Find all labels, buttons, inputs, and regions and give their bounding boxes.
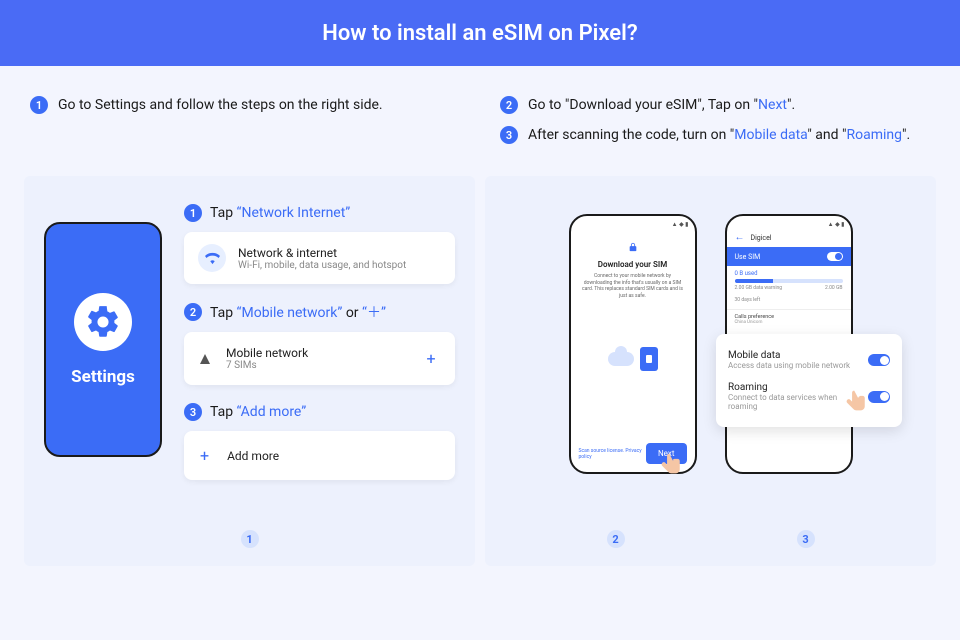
intro-right: 2 Go to "Download your eSIM", Tap on "Ne… [500,96,930,156]
text-fragment: ". [787,97,795,113]
left-panel: Settings 1 Tap “Network Internet” [24,176,475,566]
carrier-header: ← Digicel [727,228,851,247]
mobile-data-roaming-card: Mobile data Access data using mobile net… [716,334,902,427]
text-fragment: Tap [210,305,237,321]
mobile-data-row[interactable]: Mobile data Access data using mobile net… [728,344,890,376]
panel-number-badge: 3 [797,530,815,548]
text-fragment: Tap [210,404,237,420]
row-title: Mobile data [728,350,850,361]
pointing-hand-icon [842,386,870,418]
add-sim-plus-button[interactable]: + [421,349,441,369]
sim-illustration [598,339,668,379]
step-number-badge: 3 [500,126,518,144]
cloud-icon [608,352,634,366]
use-sim-label: Use SIM [735,253,761,261]
add-more-card[interactable]: + Add more [184,431,455,480]
carrier-name: Digicel [751,234,772,242]
network-internet-card[interactable]: Network & internet Wi-Fi, mobile, data u… [184,232,455,284]
intro-step-2: 2 Go to "Download your eSIM", Tap on "Ne… [500,96,930,114]
wifi-icon [205,251,220,266]
status-bar: ▲ ◆ ▮ [571,216,695,228]
roaming-toggle[interactable] [868,391,890,403]
data-days-left: 30 days left [735,297,761,303]
signal-icon [198,353,212,365]
mobile-data-link[interactable]: Mobile data [734,127,807,143]
wifi-icon-circle [198,244,226,272]
next-link[interactable]: Next [758,97,787,113]
use-sim-toggle[interactable] [827,252,843,261]
panel-number-badge: 1 [241,530,259,548]
settings-label: Settings [71,367,135,387]
sim-card-icon [640,347,658,371]
step-number-badge: 2 [500,96,518,114]
page-header: How to install an eSIM on Pixel? [0,0,960,66]
data-used-label: 0 B used [727,266,851,277]
step-number-badge: 1 [184,204,202,222]
substep-2-text: Tap “Mobile network” or “＋” [210,302,386,322]
intro-step-1: 1 Go to Settings and follow the steps on… [30,96,460,114]
text-fragment: " and " [807,127,846,143]
download-sim-desc: Connect to your mobile network by downlo… [581,273,685,299]
card-subtitle: 7 SIMs [226,360,308,371]
text-fragment: or [342,305,362,321]
row-subtitle: China Unicom [735,320,843,325]
settings-phone-mock: Settings [44,222,162,457]
substep-1: 1 Tap “Network Internet” Network & inter… [184,204,455,284]
mobile-data-toggle[interactable] [868,354,890,366]
back-arrow-icon[interactable]: ← [735,232,745,243]
substep-3-text: Tap “Add more” [210,404,306,420]
card-subtitle: Wi-Fi, mobile, data usage, and hotspot [238,260,406,271]
intro-step-2-text: Go to "Download your eSIM", Tap on "Next… [528,97,795,113]
download-sim-footer-text: Scan source license. Privacy policy [579,448,646,460]
download-sim-phone-mock: ▲ ◆ ▮ Download your SIM Connect to your … [569,214,697,474]
pointing-hand-icon [657,449,685,481]
substep-1-text: Tap “Network Internet” [210,205,350,221]
intro-step-3: 3 After scanning the code, turn on "Mobi… [500,126,930,144]
panels-row: Settings 1 Tap “Network Internet” [0,176,960,566]
data-limit-text: 2.00 GB [825,285,843,291]
lock-icon [628,242,638,252]
add-more-link[interactable]: “Add more” [237,404,307,420]
steps-column: 1 Tap “Network Internet” Network & inter… [184,204,455,498]
intro-section: 1 Go to Settings and follow the steps on… [0,66,960,176]
substep-2: 2 Tap “Mobile network” or “＋” Mobile net… [184,302,455,385]
network-internet-link[interactable]: “Network Internet” [237,205,351,221]
card-title: Add more [227,449,279,463]
intro-step-3-text: After scanning the code, turn on "Mobile… [528,127,910,143]
text-fragment: After scanning the code, turn on " [528,127,734,143]
calls-pref-row[interactable]: Calls preference China Unicom [727,309,851,329]
data-warning-text: 2.00 GB data warning [735,285,783,291]
right-panel: ▲ ◆ ▮ Download your SIM Connect to your … [485,176,936,566]
step-number-badge: 1 [30,96,48,114]
text-fragment: Go to "Download your eSIM", Tap on " [528,97,758,113]
intro-left: 1 Go to Settings and follow the steps on… [30,96,460,156]
use-sim-row[interactable]: Use SIM [727,247,851,266]
mobile-network-card[interactable]: Mobile network 7 SIMs + [184,332,455,385]
download-sim-title: Download your SIM [598,260,667,269]
text-fragment: Tap [210,205,237,221]
gear-icon [84,303,122,341]
settings-gear-circle [74,293,132,351]
plus-icon: + [200,446,209,465]
status-bar: ▲ ◆ ▮ [727,216,851,228]
text-fragment: ". [902,127,910,143]
panel-number-badge: 2 [607,530,625,548]
step-number-badge: 2 [184,303,202,321]
substep-3: 3 Tap “Add more” + Add more [184,403,455,480]
intro-step-1-text: Go to Settings and follow the steps on t… [58,97,383,113]
plus-link[interactable]: “＋” [362,305,386,321]
row-subtitle: Access data using mobile network [728,361,850,370]
card-title: Network & internet [238,246,406,260]
roaming-link[interactable]: Roaming [846,127,902,143]
step-number-badge: 3 [184,403,202,421]
mobile-network-link[interactable]: “Mobile network” [237,305,343,321]
card-title: Mobile network [226,346,308,360]
page-title: How to install an eSIM on Pixel? [322,21,637,46]
